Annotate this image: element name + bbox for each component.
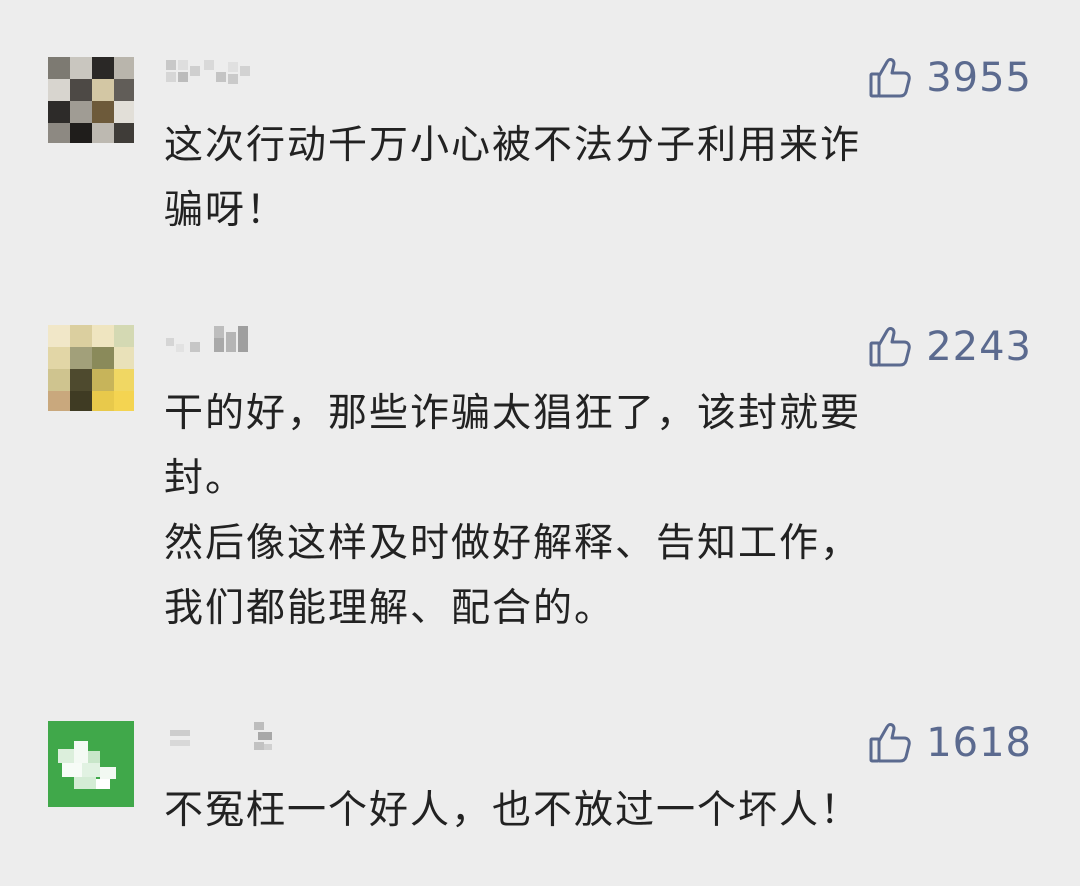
like-count: 1618 [926, 720, 1032, 766]
comment-item: 1618 不冤枉一个好人，也不放过一个坏人！ [0, 0, 1080, 886]
avatar[interactable] [48, 721, 134, 807]
nickname-blurred [164, 720, 274, 760]
comment-text: 不冤枉一个好人，也不放过一个坏人！ [164, 788, 862, 833]
thumbs-up-icon [868, 721, 912, 765]
like-button[interactable]: 1618 [868, 718, 1032, 768]
